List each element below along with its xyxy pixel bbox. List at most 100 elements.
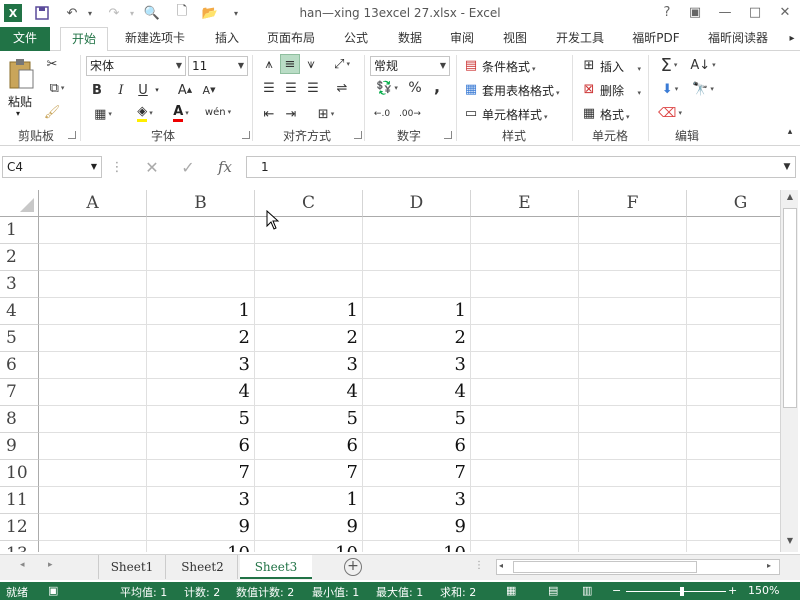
phonetic-guide-icon[interactable]: wén ▾ <box>204 101 232 123</box>
name-box[interactable]: C4 ▼ <box>2 156 102 178</box>
row-header-7[interactable]: 7 <box>0 379 39 406</box>
tab-foxit-reader[interactable]: 福昕阅读器 <box>698 27 778 51</box>
alignment-dialog-launcher-icon[interactable] <box>354 131 362 139</box>
cell-styles-icon[interactable]: ▭ <box>462 104 480 122</box>
font-dialog-launcher-icon[interactable] <box>242 131 250 139</box>
cell-d7[interactable]: 4 <box>363 379 471 406</box>
tab-split-handle-icon[interactable]: ⋮ <box>474 560 484 571</box>
cell-d2[interactable] <box>363 244 471 271</box>
tab-foxit-pdf[interactable]: 福昕PDF <box>624 27 688 51</box>
cell-a8[interactable] <box>39 406 147 433</box>
cell-g3[interactable] <box>687 271 780 298</box>
align-left-icon[interactable]: ☰ <box>260 79 278 97</box>
cell-a11[interactable] <box>39 487 147 514</box>
cell-d5[interactable]: 2 <box>363 325 471 352</box>
borders-icon[interactable]: ▦ ▾ <box>88 105 118 123</box>
autosum-icon[interactable]: Σ ▾ <box>654 54 684 76</box>
cell-c3[interactable] <box>255 271 363 298</box>
cell-e2[interactable] <box>471 244 579 271</box>
column-header-e[interactable]: E <box>471 190 579 217</box>
column-header-b[interactable]: B <box>147 190 255 217</box>
bold-button[interactable]: B <box>88 81 106 99</box>
increase-decimal-icon[interactable]: ←.0 <box>370 105 394 123</box>
restore-button[interactable]: □ <box>740 2 770 24</box>
prev-sheet-icon[interactable]: ◂ <box>20 560 25 570</box>
font-color-icon[interactable]: A ▾ <box>166 103 196 123</box>
next-sheet-icon[interactable]: ▸ <box>48 560 53 570</box>
cell-b2[interactable] <box>147 244 255 271</box>
cell-a5[interactable] <box>39 325 147 352</box>
cell-d12[interactable]: 9 <box>363 514 471 541</box>
tab-formulas[interactable]: 公式 <box>334 27 378 51</box>
zoom-in-icon[interactable]: + <box>728 584 737 597</box>
cell-a2[interactable] <box>39 244 147 271</box>
insert-cells-icon[interactable]: ⊞ <box>580 56 598 74</box>
row-header-1[interactable]: 1 <box>0 217 39 244</box>
sheet-tab-1[interactable]: Sheet1 <box>98 555 166 579</box>
minimize-button[interactable]: — <box>710 2 740 24</box>
wrap-text-icon[interactable]: ⇌ <box>330 79 354 97</box>
delete-cells-icon[interactable]: ⊠ <box>580 80 598 98</box>
fill-color-icon[interactable]: ◈ ▾ <box>130 103 160 123</box>
cell-g5[interactable] <box>687 325 780 352</box>
decrease-indent-icon[interactable]: ⇤ <box>260 105 278 123</box>
cell-d4[interactable]: 1 <box>363 298 471 325</box>
font-name-combo[interactable]: 宋体 ▼ <box>86 56 186 76</box>
macro-record-icon[interactable]: ▣ <box>48 584 58 597</box>
row-header-2[interactable]: 2 <box>0 244 39 271</box>
sheet-tab-2[interactable]: Sheet2 <box>168 555 238 579</box>
tab-view[interactable]: 视图 <box>493 27 537 51</box>
expand-formula-bar-icon[interactable]: ▼ <box>778 158 796 176</box>
cell-f10[interactable] <box>579 460 687 487</box>
clipboard-dialog-launcher-icon[interactable] <box>68 131 76 139</box>
cell-a7[interactable] <box>39 379 147 406</box>
conditional-formatting-icon[interactable]: ▤ <box>462 56 480 74</box>
cell-c10[interactable]: 7 <box>255 460 363 487</box>
comma-style-button[interactable]: , <box>428 77 446 96</box>
delete-cells-button[interactable]: 删除 ▾ <box>600 82 641 99</box>
cell-b9[interactable]: 6 <box>147 433 255 460</box>
decrease-decimal-icon[interactable]: .00→ <box>398 105 422 123</box>
cell-e7[interactable] <box>471 379 579 406</box>
cell-g6[interactable] <box>687 352 780 379</box>
vertical-scroll-thumb[interactable] <box>783 208 797 408</box>
align-center-icon[interactable]: ☰ <box>282 79 300 97</box>
scroll-left-icon[interactable]: ◂ <box>499 561 503 570</box>
font-size-combo[interactable]: 11 ▼ <box>188 56 248 76</box>
grow-font-button[interactable]: A ▲ <box>176 81 194 99</box>
paste-dropdown-icon[interactable]: ▾ <box>16 109 20 118</box>
cell-c7[interactable]: 4 <box>255 379 363 406</box>
format-as-table-button[interactable]: 套用表格格式 ▾ <box>482 82 560 99</box>
format-as-table-icon[interactable]: ▦ <box>462 80 480 98</box>
tab-data[interactable]: 数据 <box>388 27 432 51</box>
select-all-button[interactable] <box>0 190 39 217</box>
cell-b4[interactable]: 1 <box>147 298 255 325</box>
cell-f8[interactable] <box>579 406 687 433</box>
cell-f11[interactable] <box>579 487 687 514</box>
cell-b3[interactable] <box>147 271 255 298</box>
format-cells-button[interactable]: 格式 ▾ <box>600 106 630 123</box>
copy-icon[interactable]: ⧉ ▾ <box>42 79 72 97</box>
cell-b11[interactable]: 3 <box>147 487 255 514</box>
tab-developer[interactable]: 开发工具 <box>548 27 612 51</box>
cell-f6[interactable] <box>579 352 687 379</box>
align-middle-icon[interactable]: ≡ <box>280 54 300 74</box>
column-header-d[interactable]: D <box>363 190 471 217</box>
align-right-icon[interactable]: ☰ <box>304 79 322 97</box>
page-layout-view-icon[interactable]: ▤ <box>548 584 558 597</box>
italic-button[interactable]: I <box>112 81 130 99</box>
cell-d9[interactable]: 6 <box>363 433 471 460</box>
cut-icon[interactable]: ✂ <box>42 55 62 73</box>
increase-indent-icon[interactable]: ⇥ <box>282 105 300 123</box>
row-header-11[interactable]: 11 <box>0 487 39 514</box>
scroll-up-icon[interactable]: ▲ <box>783 192 797 206</box>
cell-f1[interactable] <box>579 217 687 244</box>
row-header-3[interactable]: 3 <box>0 271 39 298</box>
paste-icon[interactable] <box>6 57 36 91</box>
ribbon-display-icon[interactable]: ▣ <box>680 2 710 24</box>
vertical-scrollbar[interactable]: ▲ ▼ <box>780 190 798 552</box>
cell-f12[interactable] <box>579 514 687 541</box>
cell-d1[interactable] <box>363 217 471 244</box>
cell-b1[interactable] <box>147 217 255 244</box>
format-cells-icon[interactable]: ▦ <box>580 104 598 122</box>
